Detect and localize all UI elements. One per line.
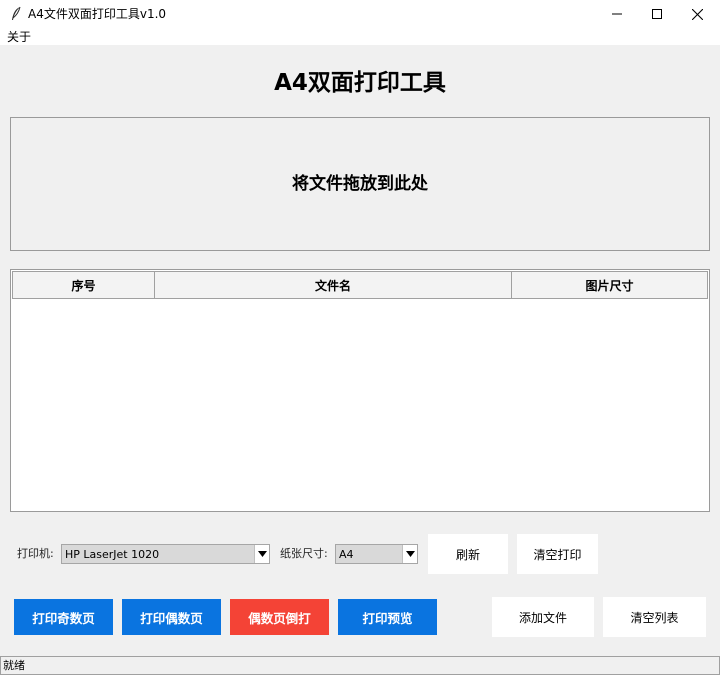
status-bar: 就绪 [0, 656, 720, 675]
print-even-pages-button[interactable]: 打印偶数页 [122, 599, 221, 635]
paper-size-label: 纸张尺寸: [280, 547, 328, 560]
print-odd-pages-button[interactable]: 打印奇数页 [14, 599, 113, 635]
column-header-image-size[interactable]: 图片尺寸 [511, 271, 708, 299]
menu-item-about[interactable]: 关于 [7, 30, 31, 44]
window-title: A4文件双面打印工具v1.0 [28, 7, 167, 21]
column-header-index[interactable]: 序号 [12, 271, 155, 299]
maximize-icon [652, 9, 662, 19]
page-title: A4双面打印工具 [274, 70, 446, 96]
file-drop-zone[interactable]: 将文件拖放到此处 [10, 117, 710, 251]
file-table[interactable]: 序号 文件名 图片尺寸 [10, 269, 710, 512]
close-button[interactable] [674, 0, 720, 28]
minimize-icon [612, 13, 622, 15]
column-header-filename[interactable]: 文件名 [154, 271, 512, 299]
add-file-button[interactable]: 添加文件 [492, 597, 594, 637]
feather-icon [10, 6, 22, 22]
printer-select[interactable]: HP LaserJet 1020 [61, 544, 270, 564]
printer-label: 打印机: [17, 547, 54, 560]
close-icon [691, 8, 703, 20]
clear-print-button[interactable]: 清空打印 [517, 534, 598, 574]
clear-list-button[interactable]: 清空列表 [603, 597, 706, 637]
menu-bar: 关于 [0, 28, 720, 45]
printer-select-value: HP LaserJet 1020 [65, 548, 160, 561]
title-bar: A4文件双面打印工具v1.0 [0, 0, 720, 28]
refresh-button[interactable]: 刷新 [428, 534, 508, 574]
drop-zone-label: 将文件拖放到此处 [292, 174, 428, 194]
status-text: 就绪 [3, 659, 25, 672]
dropdown-arrow-icon[interactable] [402, 545, 417, 563]
paper-size-select[interactable]: A4 [335, 544, 418, 564]
dropdown-arrow-icon[interactable] [254, 545, 269, 563]
paper-size-select-value: A4 [339, 548, 354, 561]
print-preview-button[interactable]: 打印预览 [338, 599, 437, 635]
even-pages-reverse-button[interactable]: 偶数页倒打 [230, 599, 329, 635]
